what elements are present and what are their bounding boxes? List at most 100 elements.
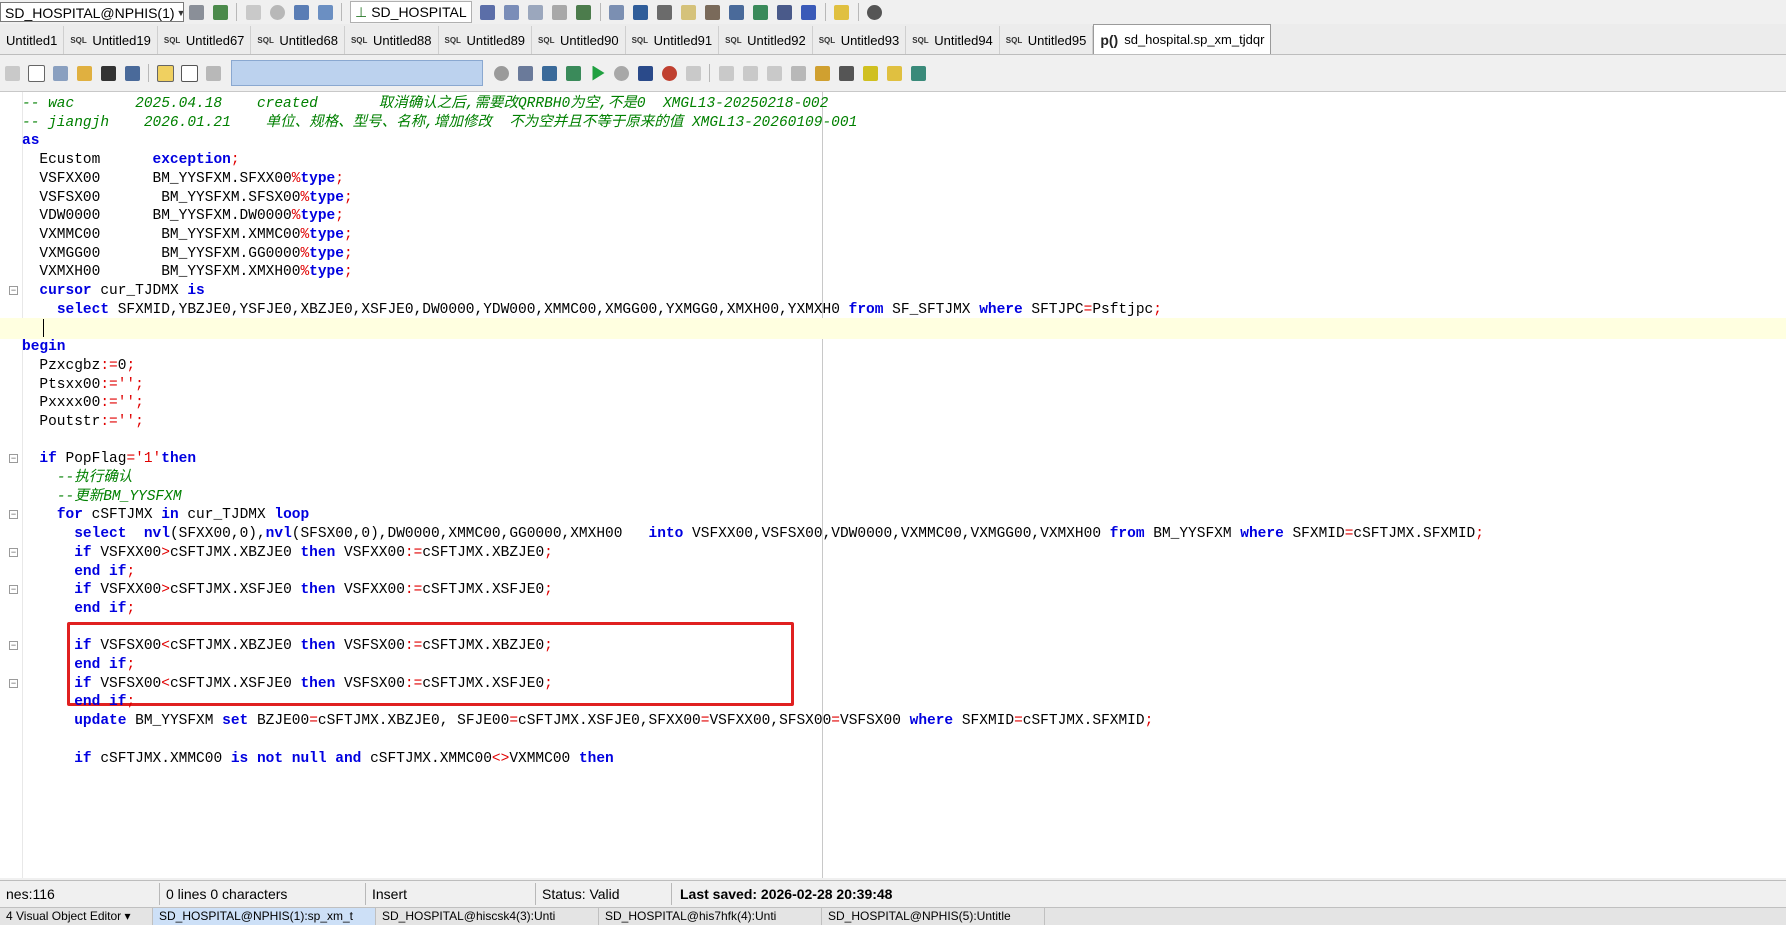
- tab-untitled[interactable]: SQL Untitled19: [64, 26, 158, 54]
- toolbar-separator: [236, 3, 237, 21]
- code-token: '': [117, 395, 136, 412]
- window-item[interactable]: SD_HOSPITAL@his7hfk(4):Unti: [599, 908, 822, 925]
- highlight-icon[interactable]: [860, 63, 880, 83]
- sql-file-icon: SQL: [70, 35, 87, 45]
- table-icon[interactable]: [550, 2, 570, 22]
- split-view-icon[interactable]: [179, 63, 199, 83]
- tab-active-procedure[interactable]: p() sd_hospital.sp_xm_tjdqr: [1093, 24, 1272, 54]
- code-token: from: [1109, 526, 1145, 543]
- report-icon[interactable]: [631, 2, 651, 22]
- pause-icon[interactable]: [243, 2, 263, 22]
- tab-untitled[interactable]: SQL Untitled95: [1000, 26, 1094, 54]
- rollback-icon[interactable]: [315, 2, 335, 22]
- code-token: type: [300, 208, 336, 225]
- stop-debug-icon[interactable]: [611, 63, 631, 83]
- code-token: cSFTJMX.XSFJE0: [422, 675, 545, 692]
- fold-toggle-icon[interactable]: −: [9, 286, 18, 295]
- code-editor[interactable]: -- wac 2025.04.18 created 取消确认之后,需要改QRRB…: [0, 92, 1786, 878]
- tab-untitled[interactable]: SQL Untitled91: [626, 26, 720, 54]
- compile-all-icon[interactable]: [563, 63, 583, 83]
- fold-toggle-icon[interactable]: −: [9, 547, 18, 557]
- tab-untitled[interactable]: SQL Untitled88: [345, 26, 439, 54]
- play-icon[interactable]: [587, 63, 607, 83]
- chevron-down-icon[interactable]: ▼: [175, 3, 183, 21]
- paste-icon[interactable]: [740, 63, 760, 83]
- sql-run-icon[interactable]: [515, 63, 535, 83]
- tab-label: Untitled19: [92, 32, 151, 48]
- fold-toggle-icon[interactable]: −: [9, 454, 18, 464]
- fold-toggle-icon[interactable]: −: [9, 641, 18, 651]
- window-item[interactable]: SD_HOSPITAL@NPHIS(5):Untitle: [822, 908, 1045, 925]
- tab-untitled[interactable]: SQL Untitled93: [813, 26, 907, 54]
- save-as-icon[interactable]: [122, 63, 142, 83]
- code-token: --执行确认: [56, 470, 133, 486]
- binary-icon[interactable]: [502, 2, 522, 22]
- tab-untitled[interactable]: SQL Untitled89: [439, 26, 533, 54]
- object-name-input[interactable]: [231, 60, 483, 86]
- window-icon[interactable]: [607, 2, 627, 22]
- editor-tabs: Untitled1 SQL Untitled19 SQL Untitled67 SQL Un…: [0, 24, 1786, 55]
- sql-icon[interactable]: [727, 2, 747, 22]
- new-sql-icon[interactable]: [50, 63, 70, 83]
- beautify-icon[interactable]: [812, 63, 832, 83]
- stop-icon[interactable]: [267, 2, 287, 22]
- execute-connect-icon[interactable]: [210, 2, 230, 22]
- tab-untitled[interactable]: SQL Untitled90: [532, 26, 626, 54]
- grid-icon[interactable]: [679, 2, 699, 22]
- cut-icon[interactable]: [764, 63, 784, 83]
- fold-toggle-icon[interactable]: −: [9, 585, 18, 595]
- compile-icon[interactable]: [539, 63, 559, 83]
- watch-icon[interactable]: [683, 63, 703, 83]
- help-icon[interactable]: [832, 2, 852, 22]
- step-icon[interactable]: [635, 63, 655, 83]
- format-icon[interactable]: [788, 63, 808, 83]
- forward-icon[interactable]: [799, 2, 819, 22]
- tab-untitled[interactable]: SQL Untitled94: [906, 26, 1000, 54]
- code-token: if: [74, 750, 92, 767]
- fold-toggle-icon[interactable]: −: [9, 678, 18, 688]
- code-token: loop: [274, 507, 310, 524]
- describe-icon[interactable]: [526, 2, 546, 22]
- window-item[interactable]: SD_HOSPITAL@hiscsk4(3):Unti: [376, 908, 599, 925]
- tab-untitled[interactable]: Untitled1: [0, 26, 65, 54]
- database-icon[interactable]: [908, 63, 928, 83]
- database-selector[interactable]: ⊥ SD_HOSPITAL: [350, 1, 472, 23]
- diagram-icon[interactable]: [775, 2, 795, 22]
- breakpoint-icon[interactable]: [659, 63, 679, 83]
- open-folder-icon[interactable]: [74, 63, 94, 83]
- edit-icon[interactable]: [655, 2, 675, 22]
- window-item[interactable]: 4 Visual Object Editor ▾: [0, 908, 153, 925]
- find-icon[interactable]: [155, 63, 175, 83]
- tab-untitled[interactable]: SQL Untitled67: [158, 26, 252, 54]
- connection-selector[interactable]: SD_HOSPITAL@NPHIS(1) ▼: [0, 2, 184, 22]
- new-icon[interactable]: [26, 63, 46, 83]
- sql-window-icon[interactable]: [186, 2, 206, 22]
- code-token: '': [117, 376, 136, 393]
- commit-icon[interactable]: [291, 2, 311, 22]
- tab-untitled[interactable]: SQL Untitled92: [719, 26, 813, 54]
- code-token: :=: [404, 582, 423, 599]
- code-token: cSFTJMX.XSFJE0: [169, 582, 301, 599]
- fold-toggle-icon[interactable]: −: [9, 510, 18, 520]
- copy-icon[interactable]: [716, 63, 736, 83]
- gear-icon[interactable]: [865, 2, 885, 22]
- compile-status: Status: Valid: [536, 883, 672, 905]
- list-icon[interactable]: [836, 63, 856, 83]
- code-token: :=: [100, 357, 118, 374]
- window-list: 4 Visual Object Editor ▾ SD_HOSPITAL@NPHI…: [0, 907, 1786, 925]
- code-token: ;: [135, 395, 144, 412]
- printer-icon[interactable]: [203, 63, 223, 83]
- arrow-right-icon[interactable]: [2, 63, 22, 83]
- sort-icon[interactable]: [478, 2, 498, 22]
- explain-icon[interactable]: [574, 2, 594, 22]
- calendar-icon[interactable]: [703, 2, 723, 22]
- code-token: then: [300, 638, 336, 655]
- window-item[interactable]: SD_HOSPITAL@NPHIS(1):sp_xm_t: [153, 908, 376, 925]
- save-icon[interactable]: [98, 63, 118, 83]
- bookmark-icon[interactable]: [884, 63, 904, 83]
- refresh-icon[interactable]: [491, 63, 511, 83]
- tab-untitled[interactable]: SQL Untitled68: [251, 26, 345, 54]
- tools-icon[interactable]: [751, 2, 771, 22]
